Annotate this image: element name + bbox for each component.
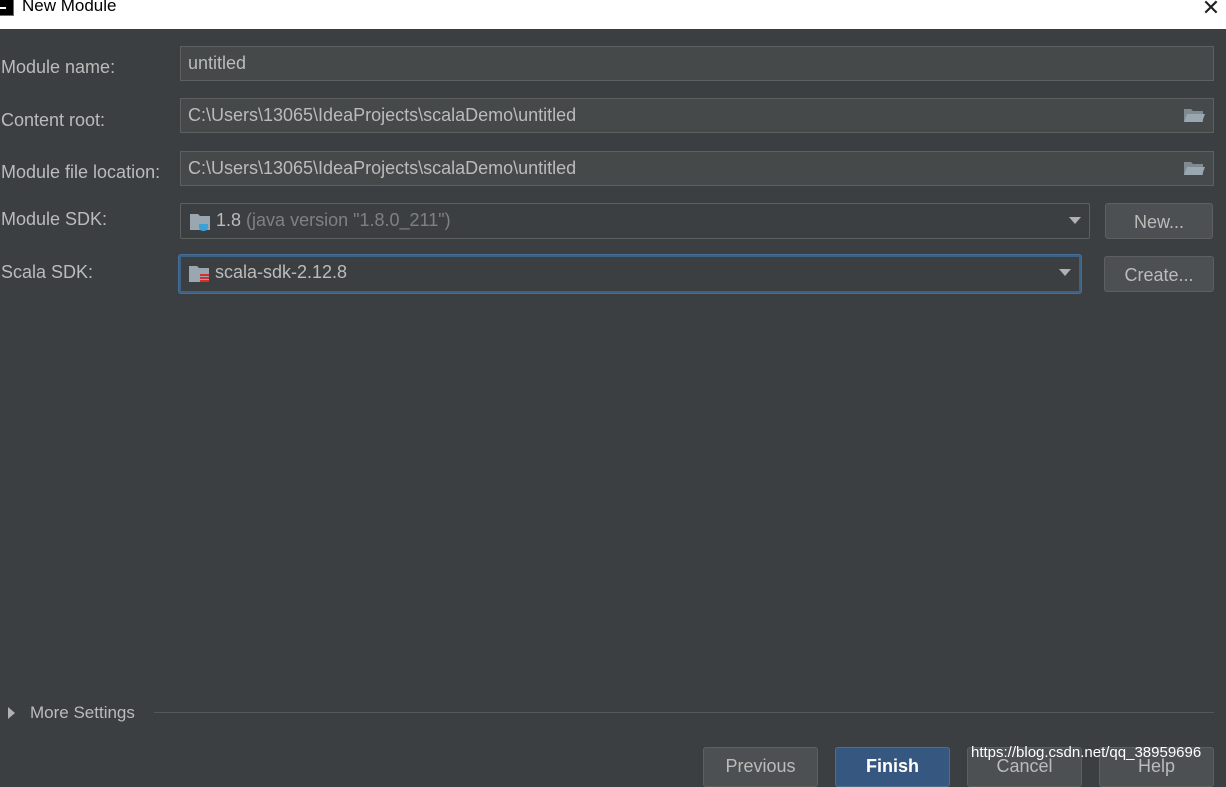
title-bar: New Module ✕ bbox=[0, 0, 1226, 29]
scala-sdk-folder-icon bbox=[189, 266, 209, 282]
more-settings-label: More Settings bbox=[30, 703, 135, 722]
module-file-location-label: Module file location: bbox=[1, 162, 161, 182]
scala-sdk-value: scala-sdk-2.12.8 bbox=[215, 262, 348, 282]
module-file-location-value: C:\Users\13065\IdeaProjects\scalaDemo\un… bbox=[188, 158, 577, 178]
java-sdk-folder-icon bbox=[190, 214, 210, 231]
module-name-label: Module name: bbox=[1, 57, 116, 77]
chevron-down-icon bbox=[1059, 269, 1071, 276]
watermark-url: https://blog.csdn.net/qq_38959696 bbox=[971, 744, 1202, 761]
content-root-value: C:\Users\13065\IdeaProjects\scalaDemo\un… bbox=[188, 105, 577, 125]
module-file-location-input[interactable]: C:\Users\13065\IdeaProjects\scalaDemo\un… bbox=[180, 151, 1214, 186]
folder-open-icon[interactable] bbox=[1183, 106, 1205, 124]
expand-triangle-icon bbox=[8, 707, 15, 719]
separator bbox=[154, 712, 1214, 713]
module-sdk-dropdown[interactable]: 1.8 (java version "1.8.0_211") bbox=[180, 203, 1090, 239]
window-title: New Module bbox=[22, 0, 117, 15]
previous-button[interactable]: Previous bbox=[703, 747, 818, 787]
intellij-app-icon bbox=[0, 0, 14, 16]
scala-sdk-label: Scala SDK: bbox=[1, 262, 94, 282]
module-sdk-label: Module SDK: bbox=[1, 209, 108, 229]
create-sdk-button[interactable]: Create... bbox=[1104, 256, 1214, 292]
module-sdk-value: 1.8 bbox=[216, 210, 242, 230]
content-root-label: Content root: bbox=[1, 110, 106, 130]
folder-open-icon[interactable] bbox=[1183, 159, 1205, 177]
content-root-input[interactable]: C:\Users\13065\IdeaProjects\scalaDemo\un… bbox=[180, 98, 1214, 133]
finish-button[interactable]: Finish bbox=[835, 747, 950, 787]
chevron-down-icon bbox=[1069, 217, 1081, 224]
module-name-value: untitled bbox=[188, 53, 247, 73]
module-name-input[interactable]: untitled bbox=[180, 46, 1214, 81]
new-sdk-button[interactable]: New... bbox=[1105, 203, 1213, 239]
scala-sdk-dropdown[interactable]: scala-sdk-2.12.8 bbox=[179, 255, 1081, 293]
close-icon[interactable]: ✕ bbox=[1199, 0, 1223, 21]
module-sdk-detail: (java version "1.8.0_211") bbox=[246, 210, 451, 230]
